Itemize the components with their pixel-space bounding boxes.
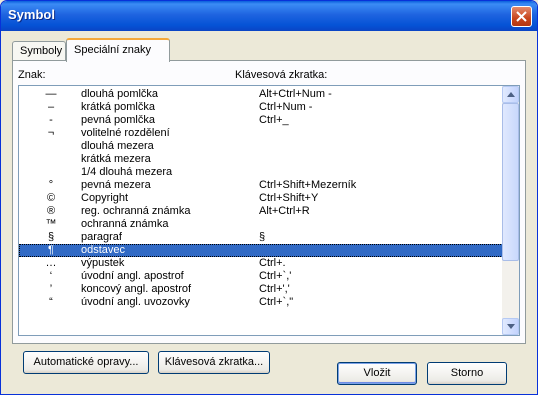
character-glyph: ‘ bbox=[49, 270, 53, 282]
character-shortcut: Ctrl+`," bbox=[259, 296, 294, 308]
character-name: výpustek bbox=[81, 257, 125, 269]
character-name: úvodní angl. uvozovky bbox=[81, 296, 190, 308]
character-shortcut: Ctrl+Shift+Y bbox=[259, 192, 319, 204]
dialog-client: Symboly Speciální znaky Znak: Klávesová … bbox=[4, 31, 534, 392]
list-item[interactable]: ™ ochranná známka bbox=[19, 218, 503, 231]
character-shortcut: Ctrl+`,' bbox=[259, 270, 292, 282]
character-glyph: ™ bbox=[45, 218, 57, 230]
character-glyph: – bbox=[47, 101, 55, 113]
list-item[interactable]: – krátká pomlčka Ctrl+Num - bbox=[19, 101, 503, 114]
list-item[interactable]: … výpustek Ctrl+. bbox=[19, 257, 503, 270]
character-glyph: © bbox=[46, 192, 56, 204]
list-item[interactable]: § paragraf § bbox=[19, 231, 503, 244]
scroll-down-button[interactable] bbox=[502, 318, 519, 335]
arrow-down-icon bbox=[507, 324, 515, 329]
character-glyph: ’ bbox=[49, 283, 53, 295]
character-name: koncový angl. apostrof bbox=[81, 283, 192, 295]
tab-symboly[interactable]: Symboly bbox=[12, 41, 66, 61]
list-item[interactable]: - pevná pomlčka Ctrl+_ bbox=[19, 114, 503, 127]
character-name: volitelné rozdělení bbox=[81, 127, 170, 139]
character-name: pevná mezera bbox=[81, 179, 151, 191]
character-shortcut: Ctrl+',' bbox=[259, 283, 290, 295]
character-name: paragraf bbox=[81, 231, 122, 243]
character-name: Copyright bbox=[81, 192, 129, 204]
list-item[interactable]: ¶ odstavec bbox=[19, 244, 503, 257]
character-shortcut: Alt+Ctrl+R bbox=[259, 205, 310, 217]
insert-button[interactable]: Vložit bbox=[337, 362, 417, 385]
list-item[interactable]: — dlouhá pomlčka Alt+Ctrl+Num - bbox=[19, 88, 503, 101]
character-name: krátká mezera bbox=[81, 153, 151, 165]
character-glyph: ° bbox=[48, 179, 54, 191]
character-name: reg. ochranná známka bbox=[81, 205, 191, 217]
symbol-dialog: Symbol Symboly Speciální znaky Znak: Klá… bbox=[0, 0, 538, 395]
character-name: 1/4 dlouhá mezera bbox=[81, 166, 173, 178]
character-shortcut: § bbox=[259, 231, 266, 243]
character-shortcut: Ctrl+_ bbox=[259, 114, 289, 126]
shortcut-key-button[interactable]: Klávesová zkratka... bbox=[158, 351, 270, 374]
list-item[interactable]: © Copyright Ctrl+Shift+Y bbox=[19, 192, 503, 205]
title-bar[interactable]: Symbol bbox=[1, 1, 537, 31]
column-header-shortcut: Klávesová zkratka: bbox=[235, 69, 328, 81]
vertical-scrollbar[interactable] bbox=[502, 86, 519, 335]
list-item[interactable]: ® reg. ochranná známka Alt+Ctrl+R bbox=[19, 205, 503, 218]
character-name: dlouhá mezera bbox=[81, 140, 154, 152]
character-name: pevná pomlčka bbox=[81, 114, 155, 126]
list-item[interactable]: dlouhá mezera bbox=[19, 140, 503, 153]
character-glyph: — bbox=[45, 88, 57, 100]
character-glyph: § bbox=[47, 231, 55, 243]
close-button[interactable] bbox=[511, 6, 532, 27]
tab-special-characters[interactable]: Speciální znaky bbox=[66, 38, 170, 62]
list-item[interactable]: 1/4 dlouhá mezera bbox=[19, 166, 503, 179]
character-shortcut: Ctrl+Shift+Mezerník bbox=[259, 179, 357, 191]
character-glyph: ® bbox=[46, 205, 56, 217]
close-icon bbox=[516, 11, 527, 22]
tab-panel: Znak: Klávesová zkratka: — dlouhá pomlčka… bbox=[12, 60, 526, 374]
list-item[interactable]: ’ koncový angl. apostrof Ctrl+',' bbox=[19, 283, 503, 296]
character-glyph: ¬ bbox=[47, 127, 55, 139]
list-item[interactable]: ° pevná mezera Ctrl+Shift+Mezerník bbox=[19, 179, 503, 192]
window-title: Symbol bbox=[8, 7, 55, 22]
character-glyph: - bbox=[49, 114, 53, 126]
character-name: úvodní angl. apostrof bbox=[81, 270, 184, 282]
character-shortcut: Ctrl+. bbox=[259, 257, 286, 269]
character-name: odstavec bbox=[81, 244, 126, 256]
character-name: ochranná známka bbox=[81, 218, 169, 230]
column-header-character: Znak: bbox=[18, 69, 46, 81]
character-glyph: … bbox=[45, 257, 57, 269]
list-item[interactable]: “ úvodní angl. uvozovky Ctrl+`," bbox=[19, 296, 503, 309]
character-glyph: “ bbox=[49, 296, 53, 308]
character-glyph: ¶ bbox=[48, 244, 54, 256]
cancel-button[interactable]: Storno bbox=[427, 362, 507, 385]
character-shortcut: Ctrl+Num - bbox=[259, 101, 313, 113]
list-rows: — dlouhá pomlčka Alt+Ctrl+Num - – krátká pom… bbox=[19, 88, 503, 309]
list-item[interactable]: ¬ volitelné rozdělení bbox=[19, 127, 503, 140]
scroll-up-button[interactable] bbox=[502, 86, 519, 103]
character-name: krátká pomlčka bbox=[81, 101, 155, 113]
scroll-thumb[interactable] bbox=[502, 103, 519, 261]
arrow-up-icon bbox=[507, 92, 515, 97]
list-item[interactable]: ‘ úvodní angl. apostrof Ctrl+`,' bbox=[19, 270, 503, 283]
list-item[interactable]: krátká mezera bbox=[19, 153, 503, 166]
autocorrect-button[interactable]: Automatické opravy... bbox=[23, 351, 149, 374]
character-shortcut: Alt+Ctrl+Num - bbox=[259, 88, 332, 100]
character-name: dlouhá pomlčka bbox=[81, 88, 159, 100]
special-characters-list[interactable]: — dlouhá pomlčka Alt+Ctrl+Num - – krátká pom… bbox=[18, 85, 520, 336]
